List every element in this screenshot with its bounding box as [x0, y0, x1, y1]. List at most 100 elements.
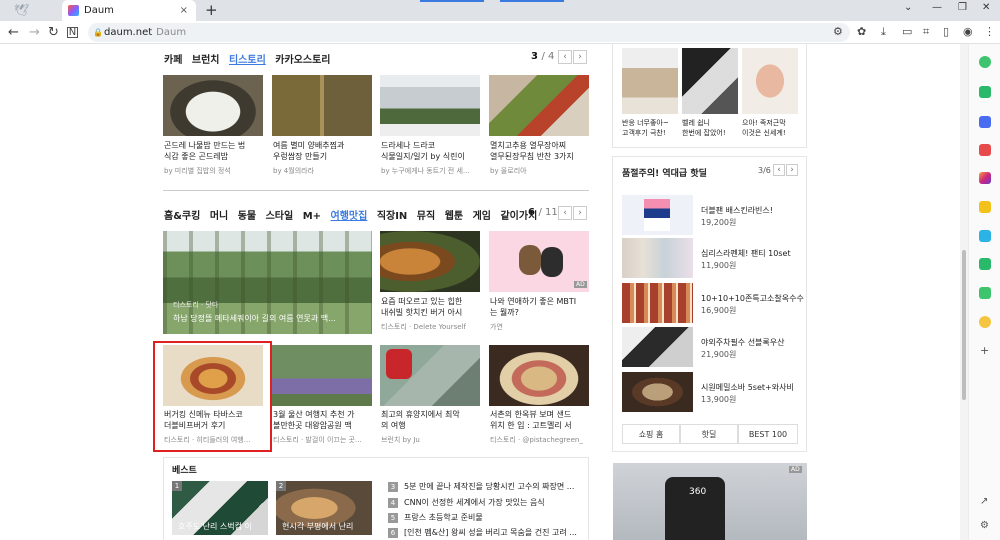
card-caption-ulsan[interactable]: 3월 울산 여행지 추천 가 볼만한곳 대왕암공원 맥 [273, 409, 355, 431]
best-item-5[interactable]: 5 프랑스 초등학교 준비물 [388, 512, 483, 523]
product-caption-2[interactable]: 벨레 쉽니 한번에 잡았어! [682, 118, 726, 138]
ad-banner[interactable]: 360 AD [613, 463, 807, 540]
card-caption-gondre[interactable]: 곤드레 나물밥 만드는 법 식감 좋은 곤드레밥 [164, 140, 245, 162]
tab-mplus[interactable]: M+ [303, 211, 321, 222]
product-thumb-insole[interactable] [742, 48, 798, 114]
card-thumb-resort[interactable] [380, 345, 480, 406]
sidebar-emoji-icon[interactable] [979, 316, 991, 328]
best-item-3[interactable]: 3 5분 만에 끝나 제작진을 당황시킨 고수의 짜장면 ... [388, 481, 574, 492]
best100-tab[interactable]: BEST 100 [738, 424, 798, 444]
card-source-radish: by 올로리아 [490, 167, 527, 175]
menu-icon[interactable]: ⋮ [984, 25, 995, 39]
sidebar-chat-icon[interactable] [979, 86, 991, 98]
product-caption-3[interactable]: 으아! 족저근막 이것은 신세계! [742, 118, 786, 138]
best-thumb-2[interactable]: 2 현시각 부평에서 난리 [276, 481, 372, 535]
tab-game[interactable]: 게임 [473, 211, 491, 222]
reload-icon[interactable]: ↻ [48, 24, 59, 41]
section2-page-total: / 11 [538, 207, 558, 218]
card-thumb-radish[interactable] [489, 75, 589, 136]
reader-icon[interactable]: N [67, 27, 78, 38]
copilot-icon[interactable]: ✿ [857, 25, 866, 39]
extension-icon[interactable]: ⚙ [833, 25, 843, 39]
sidebar-note-icon[interactable] [979, 287, 991, 299]
section1-prev-button[interactable]: ‹ [558, 50, 572, 64]
card-thumb-mbti[interactable]: AD [489, 231, 589, 292]
card-caption-sandwich[interactable]: 서촌의 한옥뷰 보며 샌드 위치 한 입 : 고트멜리 서 [490, 409, 572, 431]
tab-brunch[interactable]: 브런치 [192, 55, 220, 66]
sidebar-pocket-icon[interactable] [979, 144, 991, 156]
minimize-icon[interactable]: — [932, 2, 942, 13]
section2-next-button[interactable]: › [573, 206, 587, 220]
sidebar-settings-icon[interactable]: ⚙ [980, 520, 989, 531]
browser-tab-daum[interactable]: Daum × [62, 0, 196, 21]
back-icon[interactable]: ← [8, 24, 19, 41]
sidebar-external-icon[interactable]: ↗ [980, 496, 988, 507]
section1-next-button[interactable]: › [573, 50, 587, 64]
best-item-4[interactable]: 4 CNN이 선정한 세계에서 가장 맛있는 음식 [388, 497, 545, 508]
sidebar-bookmark-icon[interactable] [979, 201, 991, 213]
restore-icon[interactable]: ❐ [958, 2, 967, 13]
shopping-home-tab[interactable]: 쇼핑 홈 [622, 424, 680, 444]
forward-icon[interactable]: → [29, 24, 40, 41]
sidebar-add-icon[interactable]: + [980, 344, 989, 357]
hotdeal-tab[interactable]: 핫딜 [680, 424, 738, 444]
video-icon[interactable]: ▭ [902, 25, 912, 39]
sidebar-search-icon[interactable] [979, 56, 991, 68]
sidebar-toggle-icon[interactable]: ▯ [943, 25, 949, 39]
card-thumb-dracaena[interactable] [380, 75, 480, 136]
sidebar-instagram-icon[interactable] [979, 172, 991, 184]
hotdeal-next-button[interactable]: › [786, 164, 798, 176]
tab-close-icon[interactable]: × [180, 0, 188, 21]
product-caption-1[interactable]: 반응 너무좋아~ 고객후기 극찬! [622, 118, 669, 138]
tab-style[interactable]: 스타일 [266, 211, 294, 222]
card-caption-cabbage[interactable]: 여름 별미 양배추찜과 우렁쌈장 만들기 [273, 140, 344, 162]
tab-travel-food[interactable]: 여행맛집 [331, 211, 368, 222]
best-thumb-1[interactable]: 1 호주도 난리 스벅컵 이 [172, 481, 268, 535]
card-caption-radish[interactable]: 멸치고추용 열무장아찌 열무된장무침 반찬 3가지 [490, 140, 574, 162]
tab-money[interactable]: 머니 [210, 211, 228, 222]
card-thumb-ulsan[interactable] [272, 345, 372, 406]
tab-work[interactable]: 직장IN [377, 211, 408, 222]
deal-name-5: 시원메밀소바 5set+와사비 [701, 383, 794, 392]
sidebar-drive-icon[interactable] [979, 230, 991, 242]
card-caption-hotchicken[interactable]: 요즘 떠오르고 있는 힙한 내쉬빌 핫치킨 버거 아시 [381, 296, 462, 318]
card-thumb-hotchicken[interactable] [380, 231, 480, 292]
card-caption-resort[interactable]: 최고의 휴양지에서 최악 의 여행 [381, 409, 460, 431]
deal-price-2: 11,900원 [701, 261, 737, 270]
daum-favicon-icon [68, 5, 79, 16]
url-input[interactable]: 🔒 daum.net Daum [88, 23, 850, 42]
sidebar-message-icon[interactable] [979, 258, 991, 270]
deal-item-5[interactable]: 시원메밀소바 5set+와사비 13,900원 [622, 372, 794, 412]
section2-prev-button[interactable]: ‹ [558, 206, 572, 220]
scrollbar-thumb[interactable] [962, 250, 966, 400]
deal-item-3[interactable]: 10+10+10존특고소찰옥수수 16,900원 [622, 283, 804, 323]
card-caption-mbti[interactable]: 나와 연애하기 좋은 MBTI 는 뭘까? [490, 296, 576, 318]
best-item-6[interactable]: 6 [인천 펨&산] 왕씨 성을 버리고 목숨을 건진 고려 ... [388, 527, 577, 538]
new-tab-button[interactable]: + [205, 0, 218, 21]
tab-home-cooking[interactable]: 홈&쿠킹 [164, 211, 200, 222]
card-caption-dracaena[interactable]: 드라세나 드라코 식물일지/일기 by 식린이 [381, 140, 465, 162]
hotdeal-prev-button[interactable]: ‹ [773, 164, 785, 176]
tab-cafe[interactable]: 카페 [164, 55, 182, 66]
tab-tistory[interactable]: 티스토리 [229, 55, 266, 66]
deal-item-4[interactable]: 야외주차필수 선블록우산 21,900원 [622, 327, 792, 367]
capture-icon[interactable]: ⌗ [923, 25, 929, 39]
sidebar-calendar-icon[interactable] [979, 116, 991, 128]
tab-kakaostory[interactable]: 카카오스토리 [275, 55, 330, 66]
tab-animal[interactable]: 동물 [238, 211, 256, 222]
card-thumb-cabbage[interactable] [272, 75, 372, 136]
deal-item-1[interactable]: 더블팬 배스킨라빈스! 19,200원 [622, 195, 792, 235]
product-thumb-bottle[interactable] [682, 48, 738, 114]
profile-icon[interactable]: ◉ [963, 25, 973, 39]
tab-search-icon[interactable]: ⌄ [904, 2, 912, 13]
download-icon[interactable]: ⤓ [881, 25, 886, 39]
tab-music[interactable]: 뮤직 [417, 211, 435, 222]
deal-item-2[interactable]: 심리스라펜체! 팬티 10set 11,900원 [622, 238, 792, 278]
close-window-icon[interactable]: ✕ [982, 2, 990, 13]
product-thumb-slippers[interactable] [622, 48, 678, 114]
card-thumb-gondre[interactable] [163, 75, 263, 136]
card-thumb-sandwich[interactable] [489, 345, 589, 406]
feature-thumb-metasequoia[interactable]: 티스토리 · 닷다 하남 당정뜰 메타세쿼이아 길의 여름 연못과 맥... [163, 231, 372, 334]
deal-thumb-1 [622, 195, 693, 235]
tab-webtoon[interactable]: 웹툰 [445, 211, 463, 222]
